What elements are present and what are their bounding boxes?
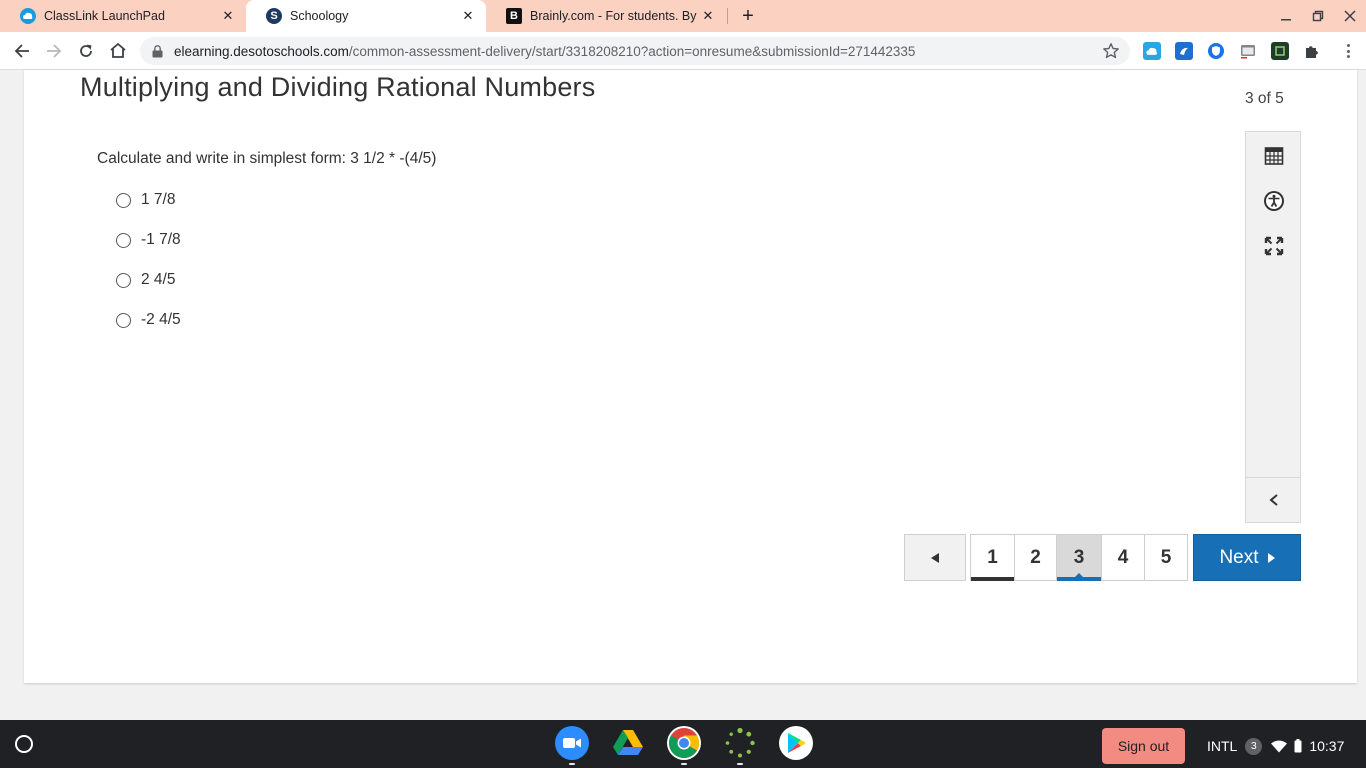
tab-schoology[interactable]: S Schoology ✕ (246, 0, 486, 32)
close-icon[interactable]: ✕ (460, 8, 476, 24)
accessibility-icon[interactable] (1263, 190, 1285, 212)
answer-choice-2[interactable]: -1 7/8 (116, 230, 181, 250)
sign-out-button[interactable]: Sign out (1102, 728, 1185, 764)
shield-extension-icon[interactable] (1207, 42, 1225, 60)
classlink-icon (20, 8, 36, 24)
chrome-icon[interactable] (667, 726, 701, 760)
brainly-icon: B (506, 8, 522, 24)
play-store-icon[interactable] (779, 726, 813, 760)
page-button-1[interactable]: 1 (971, 535, 1015, 581)
next-button[interactable]: Next (1193, 534, 1301, 581)
app-running-dot (569, 763, 575, 765)
lock-icon[interactable] (152, 44, 166, 58)
url-host: elearning.desotoschools.com (174, 43, 349, 59)
wifi-icon (1271, 740, 1288, 753)
answer-choice-3[interactable]: 2 4/5 (116, 270, 175, 290)
restore-icon[interactable] (1308, 6, 1328, 26)
tab-divider (727, 8, 728, 24)
radio-button[interactable] (116, 312, 131, 328)
tools-divider (1246, 477, 1300, 478)
calculator-icon[interactable] (1263, 145, 1285, 167)
collapse-chevron-icon[interactable] (1263, 489, 1285, 511)
url-path: /common-assessment-delivery/start/331820… (348, 43, 916, 59)
tab-title: Brainly.com - For students. By students. (530, 9, 700, 23)
minimize-icon[interactable] (1276, 6, 1296, 26)
page-button-4[interactable]: 4 (1102, 535, 1145, 580)
zoom-app-icon[interactable] (555, 726, 589, 760)
question-text: Calculate and write in simplest form: 3 … (97, 150, 437, 167)
answer-choice-1[interactable]: 1 7/8 (116, 190, 175, 210)
app-extension-icon[interactable] (1271, 42, 1289, 60)
forward-icon[interactable] (42, 39, 66, 63)
radio-button[interactable] (116, 232, 131, 248)
clock-time: 10:37 (1309, 738, 1345, 754)
browser-toolbar: elearning.desotoschools.com/common-asses… (0, 32, 1366, 70)
tab-title: ClassLink LaunchPad (44, 9, 165, 23)
choice-label: -1 7/8 (141, 231, 181, 248)
question-pager: 1 2 3 4 5 (970, 534, 1188, 581)
tab-title: Schoology (290, 9, 349, 23)
page-button-3[interactable]: 3 (1057, 535, 1102, 581)
choice-label: 1 7/8 (141, 191, 176, 208)
tools-panel (1245, 131, 1301, 523)
question-progress: 3 of 5 (1245, 90, 1284, 107)
current-caret-icon (1075, 573, 1083, 577)
schoology-icon: S (266, 8, 282, 24)
classlink-extension-icon[interactable] (1143, 42, 1161, 60)
next-triangle-icon (1267, 552, 1275, 563)
window-extension-icon[interactable] (1239, 42, 1257, 60)
choice-label: 2 4/5 (141, 271, 176, 288)
home-icon[interactable] (106, 39, 130, 63)
status-tray[interactable]: INTL 3 10:37 (1193, 728, 1357, 764)
battery-icon (1294, 739, 1302, 753)
fullscreen-icon[interactable] (1263, 235, 1285, 257)
google-drive-icon[interactable] (611, 726, 645, 760)
page-button-5[interactable]: 5 (1145, 535, 1187, 580)
answer-choice-4[interactable]: -2 4/5 (116, 310, 181, 330)
next-label: Next (1219, 546, 1259, 568)
previous-button[interactable] (904, 534, 966, 581)
new-tab-button[interactable]: + (736, 4, 760, 28)
input-method-label: INTL (1207, 738, 1238, 754)
extensions-puzzle-icon[interactable] (1303, 42, 1321, 60)
app-running-dot (737, 763, 743, 765)
reload-icon[interactable] (74, 39, 98, 63)
window-close-icon[interactable] (1340, 6, 1360, 26)
reader-extension-icon[interactable] (1175, 42, 1193, 60)
app-running-dot (681, 763, 687, 765)
bookmark-star-icon[interactable] (1102, 42, 1120, 60)
loader-app-icon[interactable] (723, 726, 757, 760)
page-number: 3 (1073, 546, 1085, 568)
close-icon[interactable]: ✕ (700, 8, 716, 24)
close-icon[interactable]: ✕ (220, 8, 236, 24)
more-menu-icon[interactable] (1340, 42, 1356, 60)
tab-classlink[interactable]: ClassLink LaunchPad ✕ (0, 0, 246, 32)
back-icon[interactable] (10, 39, 34, 63)
page-button-2[interactable]: 2 (1015, 535, 1057, 580)
notification-count-badge: 3 (1245, 737, 1263, 755)
choice-label: -2 4/5 (141, 311, 181, 328)
radio-button[interactable] (116, 192, 131, 208)
tab-strip: ClassLink LaunchPad ✕ S Schoology ✕ B Br… (0, 0, 1366, 32)
radio-button[interactable] (116, 272, 131, 288)
address-bar[interactable]: elearning.desotoschools.com/common-asses… (140, 37, 1130, 65)
launcher-icon[interactable] (15, 735, 33, 753)
tab-brainly[interactable]: B Brainly.com - For students. By student… (486, 0, 726, 32)
previous-triangle-icon (930, 552, 939, 563)
page-title: Multiplying and Dividing Rational Number… (80, 72, 596, 102)
